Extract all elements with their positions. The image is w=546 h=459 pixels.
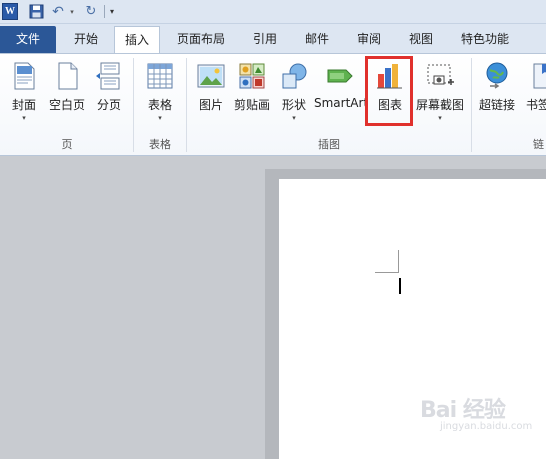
- page-break-icon: [96, 62, 120, 90]
- quick-access-toolbar: W ↶ ▾ ↻ ▾: [0, 0, 546, 24]
- group-divider: [186, 58, 187, 152]
- cover-label: 封面: [11, 98, 36, 112]
- watermark-main: Bai 经验: [420, 398, 506, 423]
- shapes-label: 形状: [281, 98, 306, 112]
- blank-page-button[interactable]: 空白页: [44, 58, 90, 134]
- customize-toolbar-icon[interactable]: ▾: [107, 3, 117, 20]
- table-button[interactable]: 表格 ▾: [140, 58, 180, 134]
- margin-marker-horizontal: [375, 272, 399, 273]
- tab-view[interactable]: 视图: [398, 26, 444, 53]
- group-label-illustrations: 插图: [318, 138, 340, 151]
- shapes-dropdown-icon: ▾: [292, 114, 296, 122]
- toolbar-divider: [104, 5, 105, 18]
- ribbon-insert: 封面 ▾ 空白页 分页 页 表格 ▾ 表格 图片 剪贴画 形状 ▾ SmartA…: [0, 53, 546, 156]
- tab-page-layout[interactable]: 页面布局: [168, 26, 234, 53]
- bookmark-label: 书签: [526, 98, 546, 112]
- redo-icon[interactable]: ↻: [84, 3, 98, 20]
- undo-dropdown-icon[interactable]: ▾: [68, 3, 76, 20]
- table-dropdown-icon: ▾: [158, 114, 162, 122]
- margin-marker-vertical: [398, 250, 399, 272]
- text-cursor: [399, 278, 401, 294]
- save-icon[interactable]: [28, 3, 44, 20]
- baidu-watermark: Bai 经验 jingyan.baidu.com: [420, 392, 544, 438]
- picture-label: 图片: [198, 98, 223, 112]
- page-break-label: 分页: [96, 98, 121, 112]
- group-divider: [471, 58, 472, 152]
- smartart-icon: [327, 69, 353, 83]
- clipart-icon: [239, 63, 265, 89]
- shapes-button[interactable]: 形状 ▾: [276, 58, 312, 134]
- screenshot-dropdown-icon: ▾: [438, 114, 442, 122]
- clipart-label: 剪贴画: [233, 98, 270, 112]
- tab-home[interactable]: 开始: [60, 26, 112, 53]
- group-divider: [133, 58, 134, 152]
- smartart-label: SmartArt: [314, 96, 369, 110]
- cover-dropdown-icon: ▾: [22, 114, 26, 122]
- picture-button[interactable]: 图片: [192, 58, 230, 134]
- blank-page-label: 空白页: [48, 98, 85, 112]
- tab-mailings[interactable]: 邮件: [294, 26, 340, 53]
- tab-references[interactable]: 引用: [242, 26, 288, 53]
- bookmark-icon: [533, 63, 546, 89]
- word-logo-icon[interactable]: W: [2, 3, 18, 20]
- hyperlink-label: 超链接: [478, 98, 515, 112]
- page-break-button[interactable]: 分页: [92, 58, 126, 134]
- tab-insert[interactable]: 插入: [114, 26, 160, 54]
- tab-file[interactable]: 文件: [0, 26, 56, 53]
- undo-icon[interactable]: ↶: [50, 3, 66, 20]
- hyperlink-button[interactable]: 超链接: [475, 58, 519, 134]
- blank-page-icon: [58, 62, 78, 90]
- table-icon: [147, 63, 173, 89]
- group-label-pages: 页: [61, 138, 73, 151]
- bookmark-button[interactable]: 书签: [522, 58, 546, 134]
- cover-page-icon: [14, 62, 35, 90]
- shapes-icon: [282, 63, 307, 89]
- screenshot-label: 屏幕截图: [415, 98, 464, 112]
- chart-highlight-box: [365, 56, 413, 126]
- clipart-button[interactable]: 剪贴画: [231, 58, 273, 134]
- group-label-tables: 表格: [149, 138, 171, 151]
- cover-button[interactable]: 封面 ▾: [6, 58, 42, 134]
- watermark-sub: jingyan.baidu.com: [440, 421, 533, 432]
- screenshot-button[interactable]: 屏幕截图 ▾: [413, 58, 467, 134]
- table-label: 表格: [147, 98, 172, 112]
- smartart-button[interactable]: SmartArt: [314, 58, 369, 134]
- hyperlink-icon: [486, 62, 508, 89]
- group-label-links: 链: [533, 138, 544, 151]
- tab-special-features[interactable]: 特色功能: [452, 26, 518, 53]
- screenshot-icon: [427, 64, 454, 85]
- tab-review[interactable]: 审阅: [346, 26, 392, 53]
- picture-icon: [197, 64, 225, 88]
- ribbon-tabs: 文件 开始 插入 页面布局 引用 邮件 审阅 视图 特色功能: [0, 24, 546, 54]
